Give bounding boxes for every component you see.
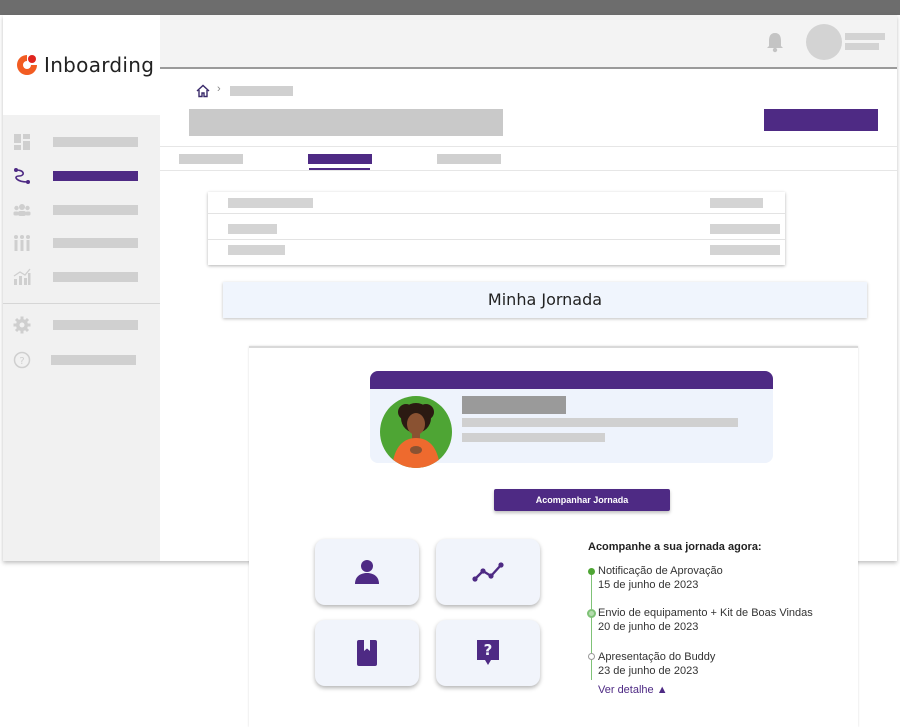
section-title: Minha Jornada [223, 282, 867, 318]
table-cell-placeholder [710, 198, 763, 208]
view-details-link[interactable]: Ver detalhe ▲ [598, 684, 668, 696]
timeline-step-2: Envio de equipamento + Kit de Boas Vinda… [598, 606, 813, 634]
progress-chart-icon [472, 562, 504, 582]
sidebar-item-people[interactable] [3, 228, 160, 258]
breadcrumb-item-placeholder[interactable] [230, 86, 293, 96]
tile-profile[interactable] [315, 539, 419, 605]
timeline-step-date: 20 de junho de 2023 [598, 621, 699, 633]
profile-icon [355, 560, 379, 584]
table-cell-placeholder [228, 245, 285, 255]
timeline-step-date: 15 de junho de 2023 [598, 579, 699, 591]
sidebar-item-label-placeholder [53, 272, 138, 282]
timeline-dot-pending [588, 653, 595, 660]
top-header [160, 15, 897, 69]
profile-name-placeholder [462, 396, 566, 414]
timeline-step-date: 23 de junho de 2023 [598, 665, 699, 677]
table-cell-placeholder [710, 245, 780, 255]
table-row-divider [208, 239, 785, 240]
inboarding-logo-icon [15, 53, 39, 77]
sidebar-item-dashboard[interactable] [3, 127, 160, 157]
sidebar-item-settings[interactable] [3, 310, 160, 340]
table-cell-placeholder [228, 198, 313, 208]
sidebar-item-label-placeholder [53, 205, 138, 215]
profile-photo [380, 396, 452, 468]
sidebar-item-analytics[interactable] [3, 262, 160, 292]
analytics-icon [13, 268, 31, 285]
tile-progress[interactable] [436, 539, 540, 605]
journey-icon [14, 168, 30, 184]
timeline-dot-done [588, 568, 595, 575]
tab-active[interactable] [308, 154, 372, 164]
timeline-step-label: Notificação de Aprovação [598, 565, 723, 577]
sidebar-item-journey[interactable] [3, 161, 160, 191]
page-title-placeholder [189, 109, 503, 136]
sidebar-item-label-placeholder [53, 137, 138, 147]
window-top-strip [0, 0, 900, 15]
sidebar-divider [3, 303, 160, 304]
tile-handbook[interactable] [315, 620, 419, 686]
tile-help[interactable]: ? [436, 620, 540, 686]
help-bubble-icon: ? [477, 640, 499, 665]
breadcrumb-separator: › [217, 83, 221, 95]
team-icon [13, 204, 31, 216]
primary-action-button[interactable] [764, 109, 878, 131]
avatar[interactable] [806, 24, 842, 60]
timeline-step-1: Notificação de Aprovação 15 de junho de … [598, 564, 723, 592]
home-icon[interactable] [196, 84, 210, 98]
people-icon [14, 235, 30, 251]
timeline-step-3: Apresentação do Buddy 23 de junho de 202… [598, 650, 715, 678]
person-avatar-illustration [392, 403, 440, 468]
profile-detail-placeholder [462, 418, 738, 427]
tab-placeholder-1[interactable] [179, 154, 243, 164]
profile-card-header [370, 371, 773, 389]
user-role-placeholder [845, 43, 879, 50]
summary-table [208, 192, 785, 265]
tab-placeholder-3[interactable] [437, 154, 501, 164]
book-icon [357, 640, 377, 666]
gear-icon [13, 316, 31, 334]
sidebar-item-label-placeholder [53, 171, 138, 181]
timeline-step-label: Apresentação do Buddy [598, 651, 716, 663]
table-row-divider [208, 213, 785, 214]
sidebar-item-help[interactable]: ? [3, 345, 160, 375]
sidebar-item-label-placeholder [53, 320, 138, 330]
sidebar: Inboarding ? [3, 15, 160, 561]
sidebar-item-label-placeholder [53, 238, 138, 248]
bell-icon[interactable] [765, 31, 785, 53]
brand-area: Inboarding [3, 15, 160, 115]
svg-text:?: ? [19, 356, 24, 367]
timeline-title: Acompanhe a sua jornada agora: [588, 541, 762, 553]
help-icon: ? [13, 351, 31, 369]
table-cell-placeholder [228, 224, 277, 234]
logo[interactable]: Inboarding [15, 53, 154, 77]
brand-name: Inboarding [44, 53, 155, 77]
sidebar-item-team[interactable] [3, 195, 160, 225]
track-journey-button[interactable]: Acompanhar Jornada [494, 489, 670, 511]
tabs-divider-top [160, 146, 897, 147]
tabs-divider-bottom [160, 170, 897, 171]
timeline-connector [591, 571, 592, 680]
timeline-step-label: Envio de equipamento + Kit de Boas Vinda… [598, 607, 813, 619]
sidebar-item-label-placeholder [51, 355, 136, 365]
dashboard-icon [14, 134, 30, 150]
table-cell-placeholder [710, 224, 780, 234]
profile-detail-placeholder [462, 433, 605, 442]
svg-text:?: ? [484, 641, 493, 659]
timeline-dot-current [587, 609, 596, 618]
user-name-placeholder [845, 33, 885, 40]
